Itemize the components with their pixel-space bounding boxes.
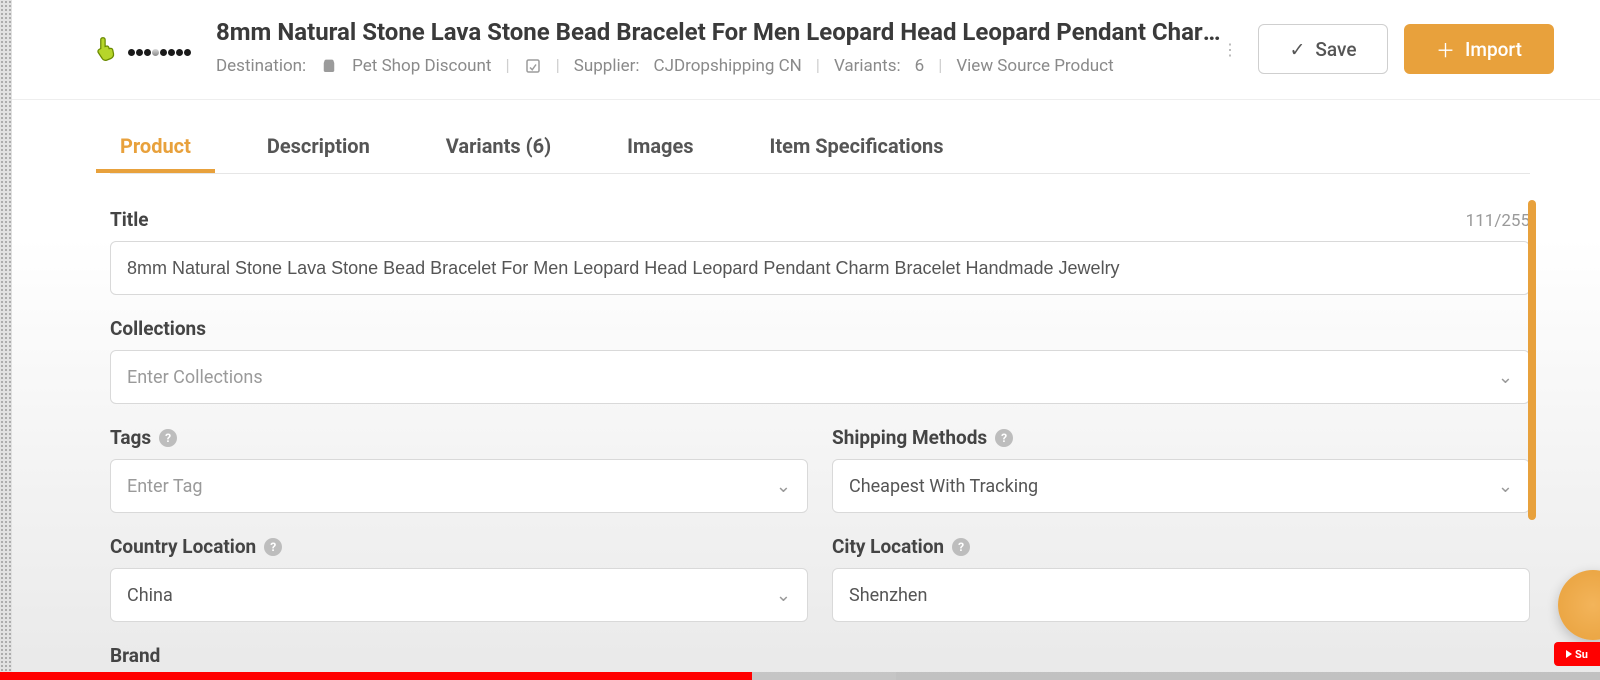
save-button[interactable]: ✓ Save [1258,24,1388,74]
tab-item-specifications[interactable]: Item Specifications [760,120,954,172]
variants-count: 6 [915,56,925,76]
video-progress-bar[interactable] [0,672,1600,680]
chevron-down-icon: ⌄ [776,476,791,497]
youtube-badge-text: Su [1575,648,1588,661]
kebab-icon: ⋮ [1222,40,1238,59]
destination-label: Destination: [216,56,306,76]
title-input[interactable] [127,258,1513,279]
supplier-label: Supplier: [574,56,640,76]
city-location-label: City Location ? [832,535,1530,558]
city-location-select[interactable]: Shenzhen [832,568,1530,622]
video-played [0,672,752,680]
tags-label-text: Tags [110,426,151,449]
help-icon[interactable]: ? [264,538,282,556]
meta-separator: | [816,56,820,76]
supplier-link[interactable]: CJDropshipping CN [654,56,802,76]
youtube-subscribe-badge[interactable]: Su [1554,642,1600,666]
country-location-select[interactable]: China ⌄ [110,568,808,622]
chat-fab-button[interactable] [1558,570,1600,640]
shipping-methods-value: Cheapest With Tracking [849,476,1038,497]
tab-description[interactable]: Description [257,120,380,172]
country-location-label: Country Location ? [110,535,808,558]
destination-link[interactable]: Pet Shop Discount [352,56,491,76]
play-icon [1566,650,1572,658]
scrollbar-thumb[interactable] [1528,200,1536,520]
tags-placeholder: Enter Tag [127,476,202,497]
check-icon: ✓ [1289,38,1305,61]
plus-icon: ＋ [1436,36,1455,63]
collections-label: Collections [110,317,1530,340]
help-icon[interactable]: ? [995,429,1013,447]
title-label: Title [110,208,149,231]
left-pattern-strip [0,0,12,680]
note-icon[interactable] [524,57,542,75]
view-source-link[interactable]: View Source Product [956,56,1113,76]
meta-separator: | [938,56,942,76]
chevron-down-icon: ⌄ [1498,476,1513,497]
product-tabs: Product Description Variants (6) Images … [110,118,1530,174]
variants-label: Variants: [834,56,901,76]
tags-select[interactable]: Enter Tag ⌄ [110,459,808,513]
tags-label: Tags ? [110,426,808,449]
product-header: 8mm Natural Stone Lava Stone Bead Bracel… [12,0,1600,100]
meta-separator: | [505,56,509,76]
import-button-label: Import [1465,38,1522,61]
import-button[interactable]: ＋ Import [1404,24,1554,74]
shopify-icon [320,57,338,75]
city-location-value: Shenzhen [849,585,927,606]
country-label-text: Country Location [110,535,256,558]
help-icon[interactable]: ? [159,429,177,447]
tab-variants[interactable]: Variants (6) [436,120,561,172]
tab-product[interactable]: Product [110,120,201,172]
collections-select[interactable]: Enter Collections ⌄ [110,350,1530,404]
cursor-hand-icon [92,34,122,64]
chevron-down-icon: ⌄ [776,585,791,606]
product-meta-row: Destination: Pet Shop Discount | | Suppl… [216,56,1240,76]
more-menu-button[interactable]: ⋮ [1218,29,1242,69]
city-label-text: City Location [832,535,944,558]
brand-label: Brand [110,644,1530,667]
tab-images[interactable]: Images [617,120,703,172]
country-location-value: China [127,585,173,606]
help-icon[interactable]: ? [952,538,970,556]
shipping-methods-select[interactable]: Cheapest With Tracking ⌄ [832,459,1530,513]
product-title: 8mm Natural Stone Lava Stone Bead Bracel… [216,18,1240,46]
product-thumbnail [120,30,198,74]
collections-placeholder: Enter Collections [127,367,263,388]
shipping-label-text: Shipping Methods [832,426,987,449]
chevron-down-icon: ⌄ [1498,367,1513,388]
meta-separator: | [556,56,560,76]
product-form: Title 111/255 Collections Enter Collecti… [110,200,1530,662]
save-button-label: Save [1315,38,1356,61]
title-input-wrapper [110,241,1530,295]
title-char-counter: 111/255 [1466,211,1530,231]
shipping-methods-label: Shipping Methods ? [832,426,1530,449]
